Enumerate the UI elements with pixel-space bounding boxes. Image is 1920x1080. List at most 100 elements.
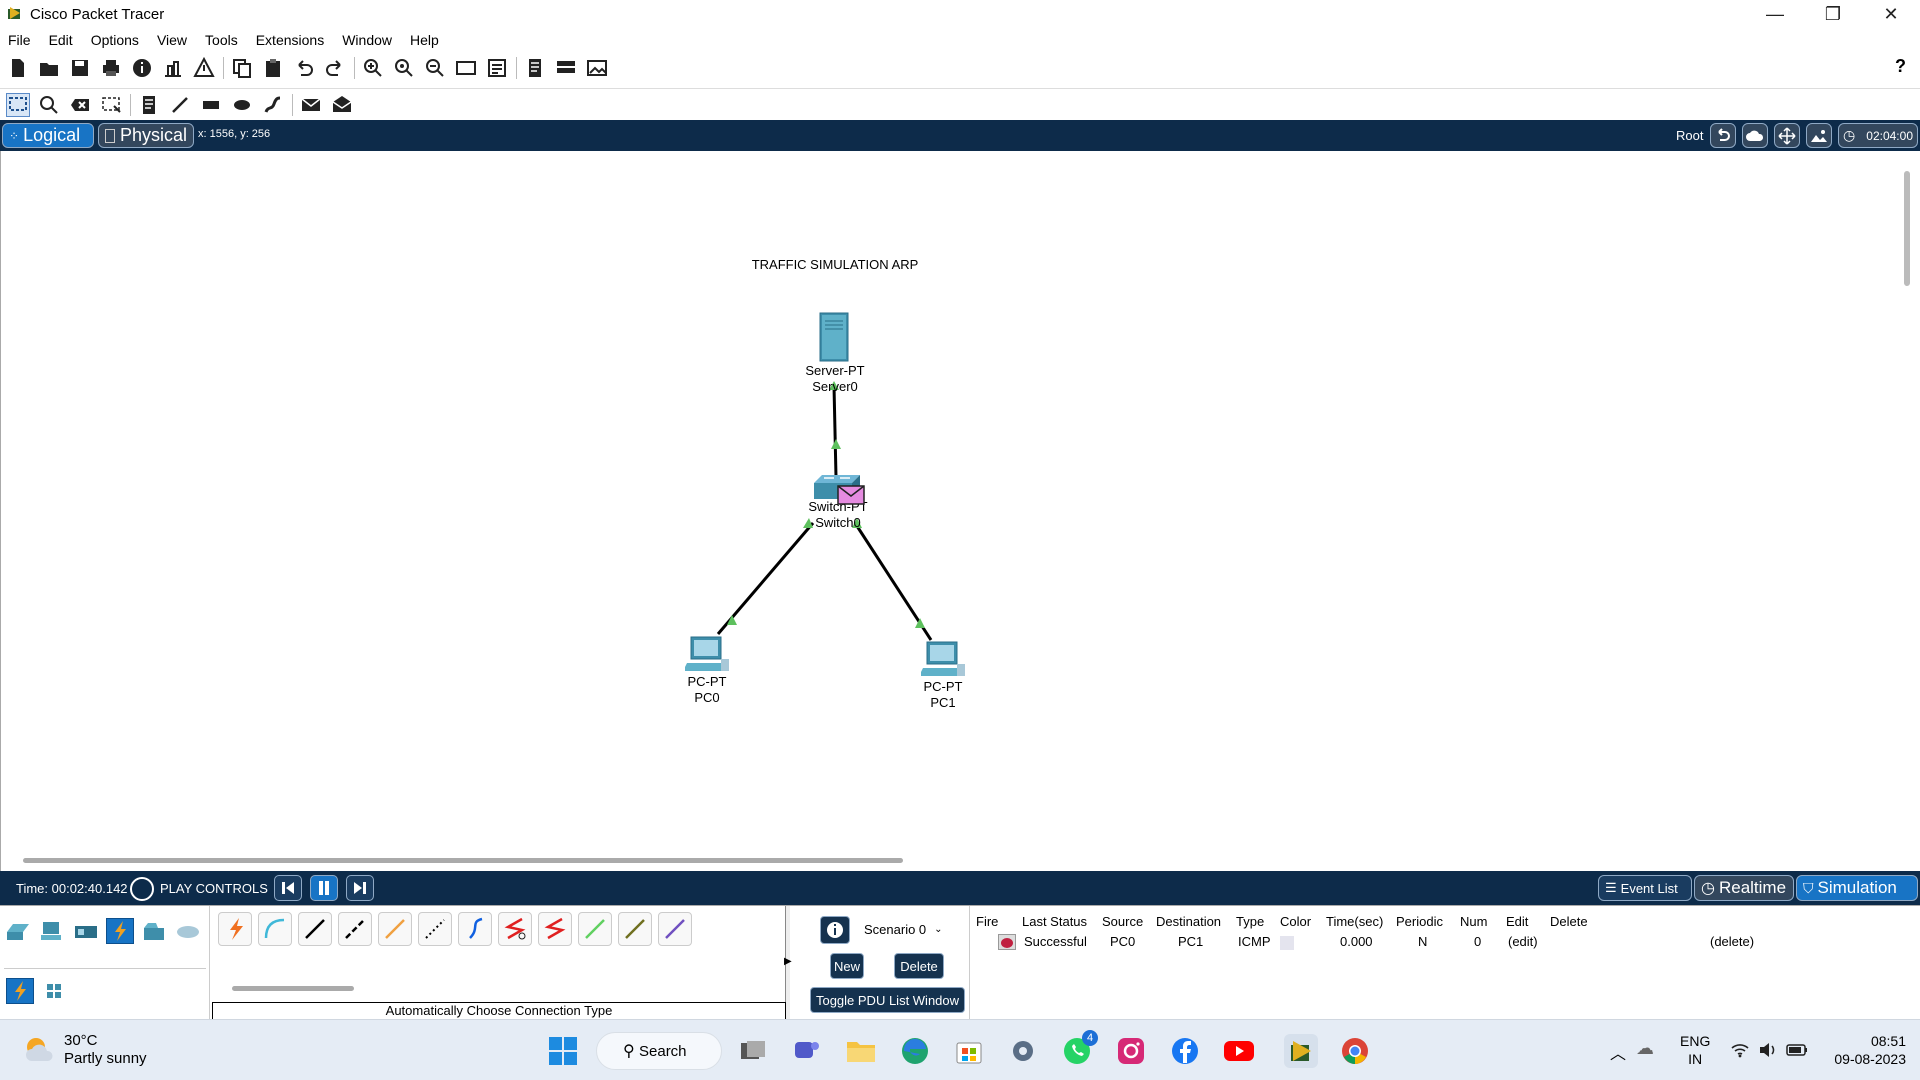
crossover-cable-icon[interactable] <box>338 912 372 946</box>
minimize-button[interactable]: — <box>1746 0 1804 28</box>
menu-extensions[interactable]: Extensions <box>256 32 324 48</box>
logical-view-button[interactable]: ⁘ Logical <box>2 123 94 148</box>
copy-icon[interactable] <box>230 56 254 80</box>
clock-button[interactable]: ◷ 02:04:00 <box>1838 123 1918 148</box>
restore-button[interactable]: ❐ <box>1804 0 1862 28</box>
horizontal-scrollbar[interactable] <box>23 858 903 863</box>
show-hidden-icons-icon[interactable]: ︿ <box>1610 1040 1626 1064</box>
freeform-icon[interactable] <box>261 93 285 117</box>
physical-view-button[interactable]: Physical <box>98 123 194 148</box>
server-view-icon[interactable] <box>554 56 578 80</box>
cloud-icon[interactable] <box>1742 123 1768 148</box>
end-devices-icon[interactable] <box>38 918 66 944</box>
screenshot-icon[interactable] <box>585 56 609 80</box>
multiuser-icon[interactable] <box>174 918 202 944</box>
toggle-pdu-list-button[interactable]: Toggle PDU List Window <box>810 987 965 1013</box>
add-simple-pdu-icon[interactable] <box>299 93 323 117</box>
fiber-cable-icon[interactable] <box>378 912 412 946</box>
packet-tracer-taskbar-icon[interactable] <box>1284 1034 1318 1068</box>
new-file-icon[interactable] <box>6 56 30 80</box>
zoom-reset-icon[interactable] <box>392 56 416 80</box>
move-viewport-icon[interactable] <box>1774 123 1800 148</box>
language-indicator[interactable]: ENG IN <box>1680 1032 1710 1068</box>
onedrive-cloud-icon[interactable]: ☁ <box>1636 1038 1654 1059</box>
pc1-icon[interactable] <box>921 640 965 680</box>
menu-edit[interactable]: Edit <box>49 32 73 48</box>
paste-icon[interactable] <box>261 56 285 80</box>
auto-connection-icon[interactable] <box>218 912 252 946</box>
logical-workspace[interactable]: TRAFFIC SIMULATION ARP Server-PT Server0… <box>0 151 1920 871</box>
coaxial-cable-icon[interactable] <box>458 912 492 946</box>
draw-rectangle-icon[interactable] <box>199 93 223 117</box>
help-icon[interactable]: ? <box>1895 56 1906 77</box>
delete-scenario-button[interactable]: Delete <box>894 953 944 979</box>
iot-cable-icon[interactable] <box>618 912 652 946</box>
menu-options[interactable]: Options <box>91 32 139 48</box>
connection-scrollbar[interactable] <box>232 986 354 991</box>
file-explorer-icon[interactable] <box>844 1034 878 1068</box>
simulation-mode-button[interactable]: ⛉ Simulation <box>1796 875 1918 901</box>
facebook-icon[interactable] <box>1168 1034 1202 1068</box>
menu-view[interactable]: View <box>157 32 187 48</box>
inspect-tool-icon[interactable] <box>37 93 61 117</box>
scenario-info-icon[interactable] <box>820 916 850 944</box>
zoom-in-icon[interactable] <box>361 56 385 80</box>
notes-icon[interactable] <box>523 56 547 80</box>
vertical-scrollbar[interactable] <box>1904 171 1910 286</box>
network-info-icon[interactable] <box>161 56 185 80</box>
step-forward-button[interactable] <box>346 875 374 901</box>
menu-tools[interactable]: Tools <box>205 32 238 48</box>
step-back-button[interactable] <box>274 875 302 901</box>
battery-icon[interactable] <box>1786 1043 1808 1057</box>
place-note-icon[interactable] <box>137 93 161 117</box>
redo-icon[interactable] <box>323 56 347 80</box>
delete-tool-icon[interactable] <box>68 93 92 117</box>
custom-devices-icon[interactable] <box>485 56 509 80</box>
menu-file[interactable]: File <box>8 32 31 48</box>
activity-wizard-icon[interactable] <box>192 56 216 80</box>
instagram-icon[interactable] <box>1114 1034 1148 1068</box>
components-icon[interactable] <box>72 918 100 944</box>
realtime-mode-button[interactable]: ◷ Realtime <box>1694 875 1794 901</box>
wifi-icon[interactable] <box>1730 1042 1750 1058</box>
event-list-button[interactable]: ☰ Event List <box>1598 875 1692 901</box>
background-image-icon[interactable] <box>1806 123 1832 148</box>
pause-button[interactable] <box>310 875 338 901</box>
octal-cable-icon[interactable] <box>578 912 612 946</box>
teams-chat-icon[interactable] <box>790 1034 824 1068</box>
settings-gear-icon[interactable] <box>1006 1034 1040 1068</box>
add-complex-pdu-icon[interactable] <box>330 93 354 117</box>
close-button[interactable]: ✕ <box>1862 0 1920 28</box>
pdu-envelope-icon[interactable] <box>837 485 865 505</box>
straight-through-cable-icon[interactable] <box>298 912 332 946</box>
phone-cable-icon[interactable] <box>418 912 452 946</box>
row-edit-link[interactable]: (edit) <box>1508 934 1538 949</box>
draw-ellipse-icon[interactable] <box>230 93 254 117</box>
save-icon[interactable] <box>68 56 92 80</box>
canvas-note[interactable]: TRAFFIC SIMULATION ARP <box>749 257 921 273</box>
back-icon[interactable] <box>1710 123 1736 148</box>
task-view-icon[interactable] <box>736 1034 770 1068</box>
info-icon[interactable] <box>130 56 154 80</box>
taskbar-search[interactable]: ⚲ Search <box>596 1032 722 1070</box>
connections-subcategory-icon[interactable] <box>6 978 34 1004</box>
undo-icon[interactable] <box>292 56 316 80</box>
fire-button[interactable] <box>998 934 1016 950</box>
youtube-icon[interactable] <box>1222 1034 1256 1068</box>
pc0-icon[interactable] <box>685 635 729 675</box>
new-scenario-button[interactable]: New <box>830 953 864 979</box>
menu-help[interactable]: Help <box>410 32 439 48</box>
volume-icon[interactable] <box>1758 1042 1778 1058</box>
zoom-out-icon[interactable] <box>423 56 447 80</box>
start-button[interactable] <box>546 1034 580 1068</box>
draw-line-icon[interactable] <box>168 93 192 117</box>
clock-widget[interactable]: 08:51 09-08-2023 <box>1824 1032 1906 1068</box>
select-tool-icon[interactable] <box>6 92 30 117</box>
chrome-icon[interactable] <box>1338 1034 1372 1068</box>
serial-dte-icon[interactable] <box>538 912 572 946</box>
scenario-select[interactable]: Scenario 0 ⌄ <box>860 918 948 940</box>
drawing-palette-icon[interactable] <box>454 56 478 80</box>
edge-browser-icon[interactable] <box>898 1034 932 1068</box>
connections-icon[interactable] <box>106 918 134 944</box>
resize-shape-icon[interactable] <box>99 93 123 117</box>
